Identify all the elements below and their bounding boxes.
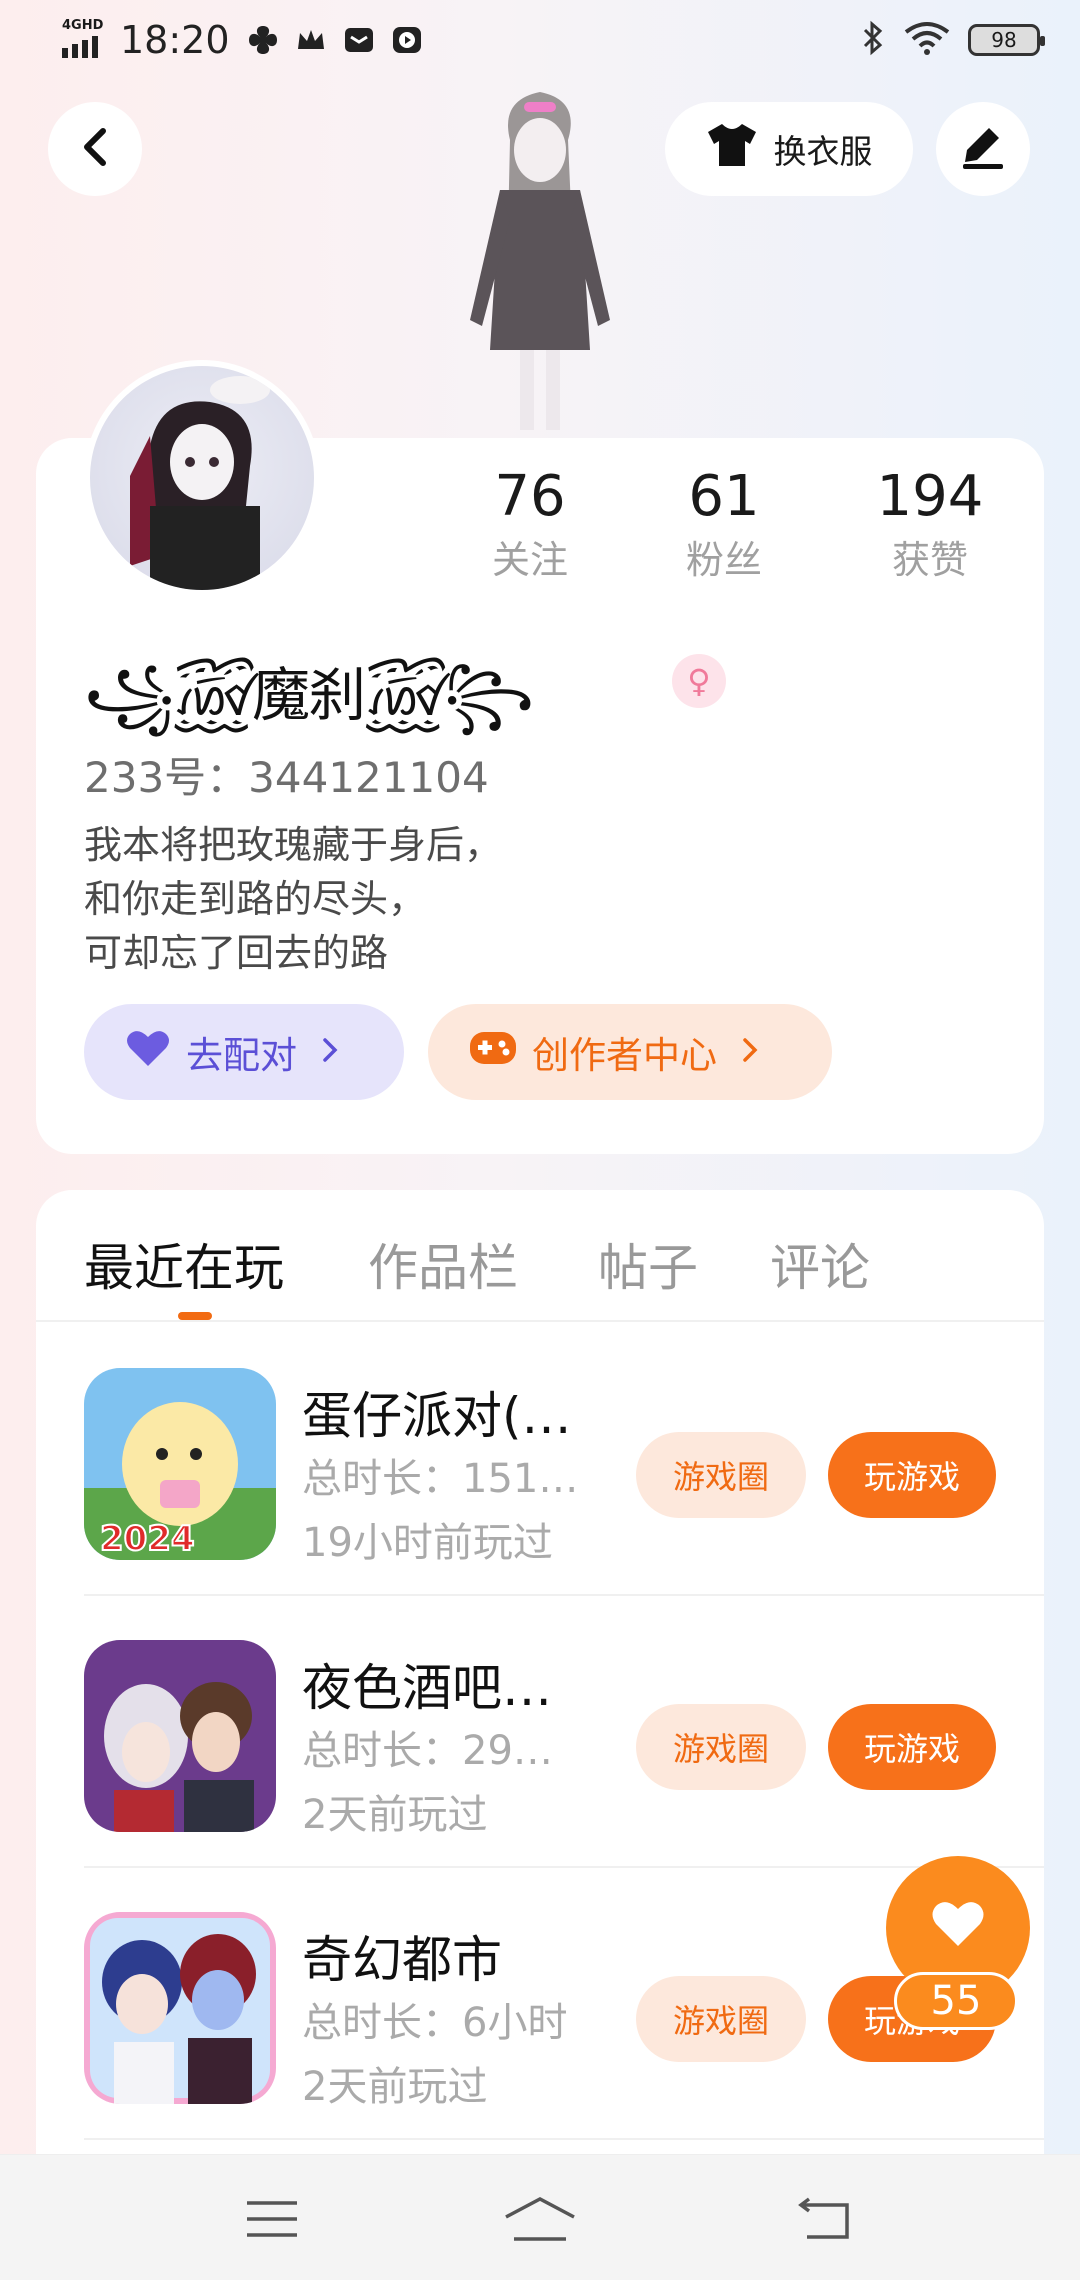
likes-stat[interactable]: 194 获赞: [830, 462, 1030, 588]
tab-recently-played[interactable]: 最近在玩: [84, 1228, 284, 1300]
profile-tabs: 最近在玩 作品栏 帖子 评论: [36, 1190, 1044, 1322]
game-name: 夜色酒吧…: [302, 1659, 552, 1717]
play-game-button[interactable]: 玩游戏: [828, 1432, 996, 1518]
back-button[interactable]: [48, 102, 142, 196]
following-stat[interactable]: 76 关注: [430, 462, 630, 588]
chevron-right-icon: [321, 1032, 339, 1072]
avatar-3d-figure[interactable]: [440, 80, 640, 440]
edit-profile-button[interactable]: [936, 102, 1030, 196]
game-icon-night-bar[interactable]: [84, 1640, 276, 1832]
menu-button[interactable]: [232, 2191, 312, 2251]
followers-label: 粉丝: [685, 538, 762, 582]
wifi-icon: [904, 20, 950, 60]
crown-icon: [294, 23, 328, 57]
mail-icon: [342, 23, 376, 57]
creator-center-label: 创作者中心: [532, 1034, 717, 1077]
avatar[interactable]: [84, 360, 320, 596]
heart-icon: [929, 1898, 987, 1952]
active-tab-indicator: [178, 1312, 212, 1320]
creator-center-button[interactable]: 创作者中心: [428, 1004, 832, 1100]
back-arrow-icon: [795, 2197, 853, 2245]
chevron-right-icon: [741, 1032, 759, 1072]
menu-icon: [245, 2199, 299, 2243]
game-row[interactable]: 2024 蛋仔派对(… 总时长：151… 19小时前玩过 游戏圈 玩游戏: [84, 1324, 1044, 1596]
home-icon: [502, 2195, 578, 2247]
play-game-button[interactable]: 玩游戏: [828, 1704, 996, 1790]
game-icon-eggy-party[interactable]: 2024: [84, 1368, 276, 1560]
change-outfit-label: 换衣服: [773, 132, 873, 171]
likes-label: 获赞: [891, 538, 968, 582]
match-button[interactable]: 去配对: [84, 1004, 404, 1100]
play-icon: [390, 23, 424, 57]
tshirt-icon: [706, 122, 758, 176]
game-duration: 总时长：151…: [302, 1456, 579, 1502]
bio-line: 可却忘了回去的路: [84, 931, 389, 975]
female-icon: ♀: [672, 654, 726, 708]
tab-comments[interactable]: 评论: [770, 1228, 870, 1300]
match-label: 去配对: [186, 1034, 297, 1077]
bio-line: 和你走到路的尽头，: [84, 877, 427, 921]
tab-posts[interactable]: 帖子: [598, 1228, 698, 1300]
game-last-played: 2天前玩过: [302, 2064, 488, 2110]
heart-icon: [124, 1028, 172, 1077]
pen-icon: [959, 124, 1007, 174]
game-name: 奇幻都市: [302, 1931, 502, 1989]
battery-icon: 98: [968, 24, 1045, 56]
likes-count: 194: [876, 464, 984, 529]
home-button[interactable]: [500, 2191, 580, 2251]
profile-stats: 76 关注 61 粉丝 194 获赞: [430, 462, 1030, 602]
change-outfit-button[interactable]: 换衣服: [665, 102, 913, 196]
game-duration: 总时长：29…: [302, 1728, 553, 1774]
bio: 我本将把玫瑰藏于身后， 和你走到路的尽头， 可却忘了回去的路: [84, 818, 502, 980]
followers-count: 61: [688, 464, 760, 529]
game-last-played: 2天前玩过: [302, 1792, 488, 1838]
signal-icon: 4GHD: [60, 18, 106, 62]
game-name: 蛋仔派对(…: [302, 1387, 572, 1445]
user-id: 233号：344121104: [84, 753, 489, 802]
chevron-left-icon: [77, 125, 113, 173]
game-last-played: 19小时前玩过: [302, 1520, 553, 1566]
like-count: 55: [894, 1972, 1018, 2030]
game-circle-button[interactable]: 游戏圈: [636, 1976, 806, 2062]
game-row[interactable]: 夜色酒吧… 总时长：29… 2天前玩过 游戏圈 玩游戏: [84, 1596, 1044, 1868]
game-icon-year: 2024: [100, 1519, 195, 1559]
game-icon-fantasy-city[interactable]: [84, 1912, 276, 2104]
recent-games-card: 最近在玩 作品栏 帖子 评论 2024 蛋仔派对(… 总时长：151… 19小时…: [36, 1190, 1044, 2190]
following-count: 76: [494, 464, 566, 529]
following-label: 关注: [491, 538, 568, 582]
game-duration: 总时长：6小时: [302, 2000, 568, 2046]
tab-works[interactable]: 作品栏: [368, 1228, 518, 1300]
back-nav-button[interactable]: [784, 2191, 864, 2251]
bio-line: 我本将把玫瑰藏于身后，: [84, 823, 503, 867]
bluetooth-icon: [860, 20, 886, 60]
game-circle-button[interactable]: 游戏圈: [636, 1432, 806, 1518]
game-circle-button[interactable]: 游戏圈: [636, 1704, 806, 1790]
status-time: 18:20: [120, 18, 230, 62]
gamepad-icon: [468, 1028, 518, 1077]
system-nav-bar: [0, 2154, 1080, 2280]
followers-stat[interactable]: 61 粉丝: [624, 462, 824, 588]
status-bar: 4GHD 18:20 98: [0, 0, 1080, 84]
fan-icon: [246, 23, 280, 57]
